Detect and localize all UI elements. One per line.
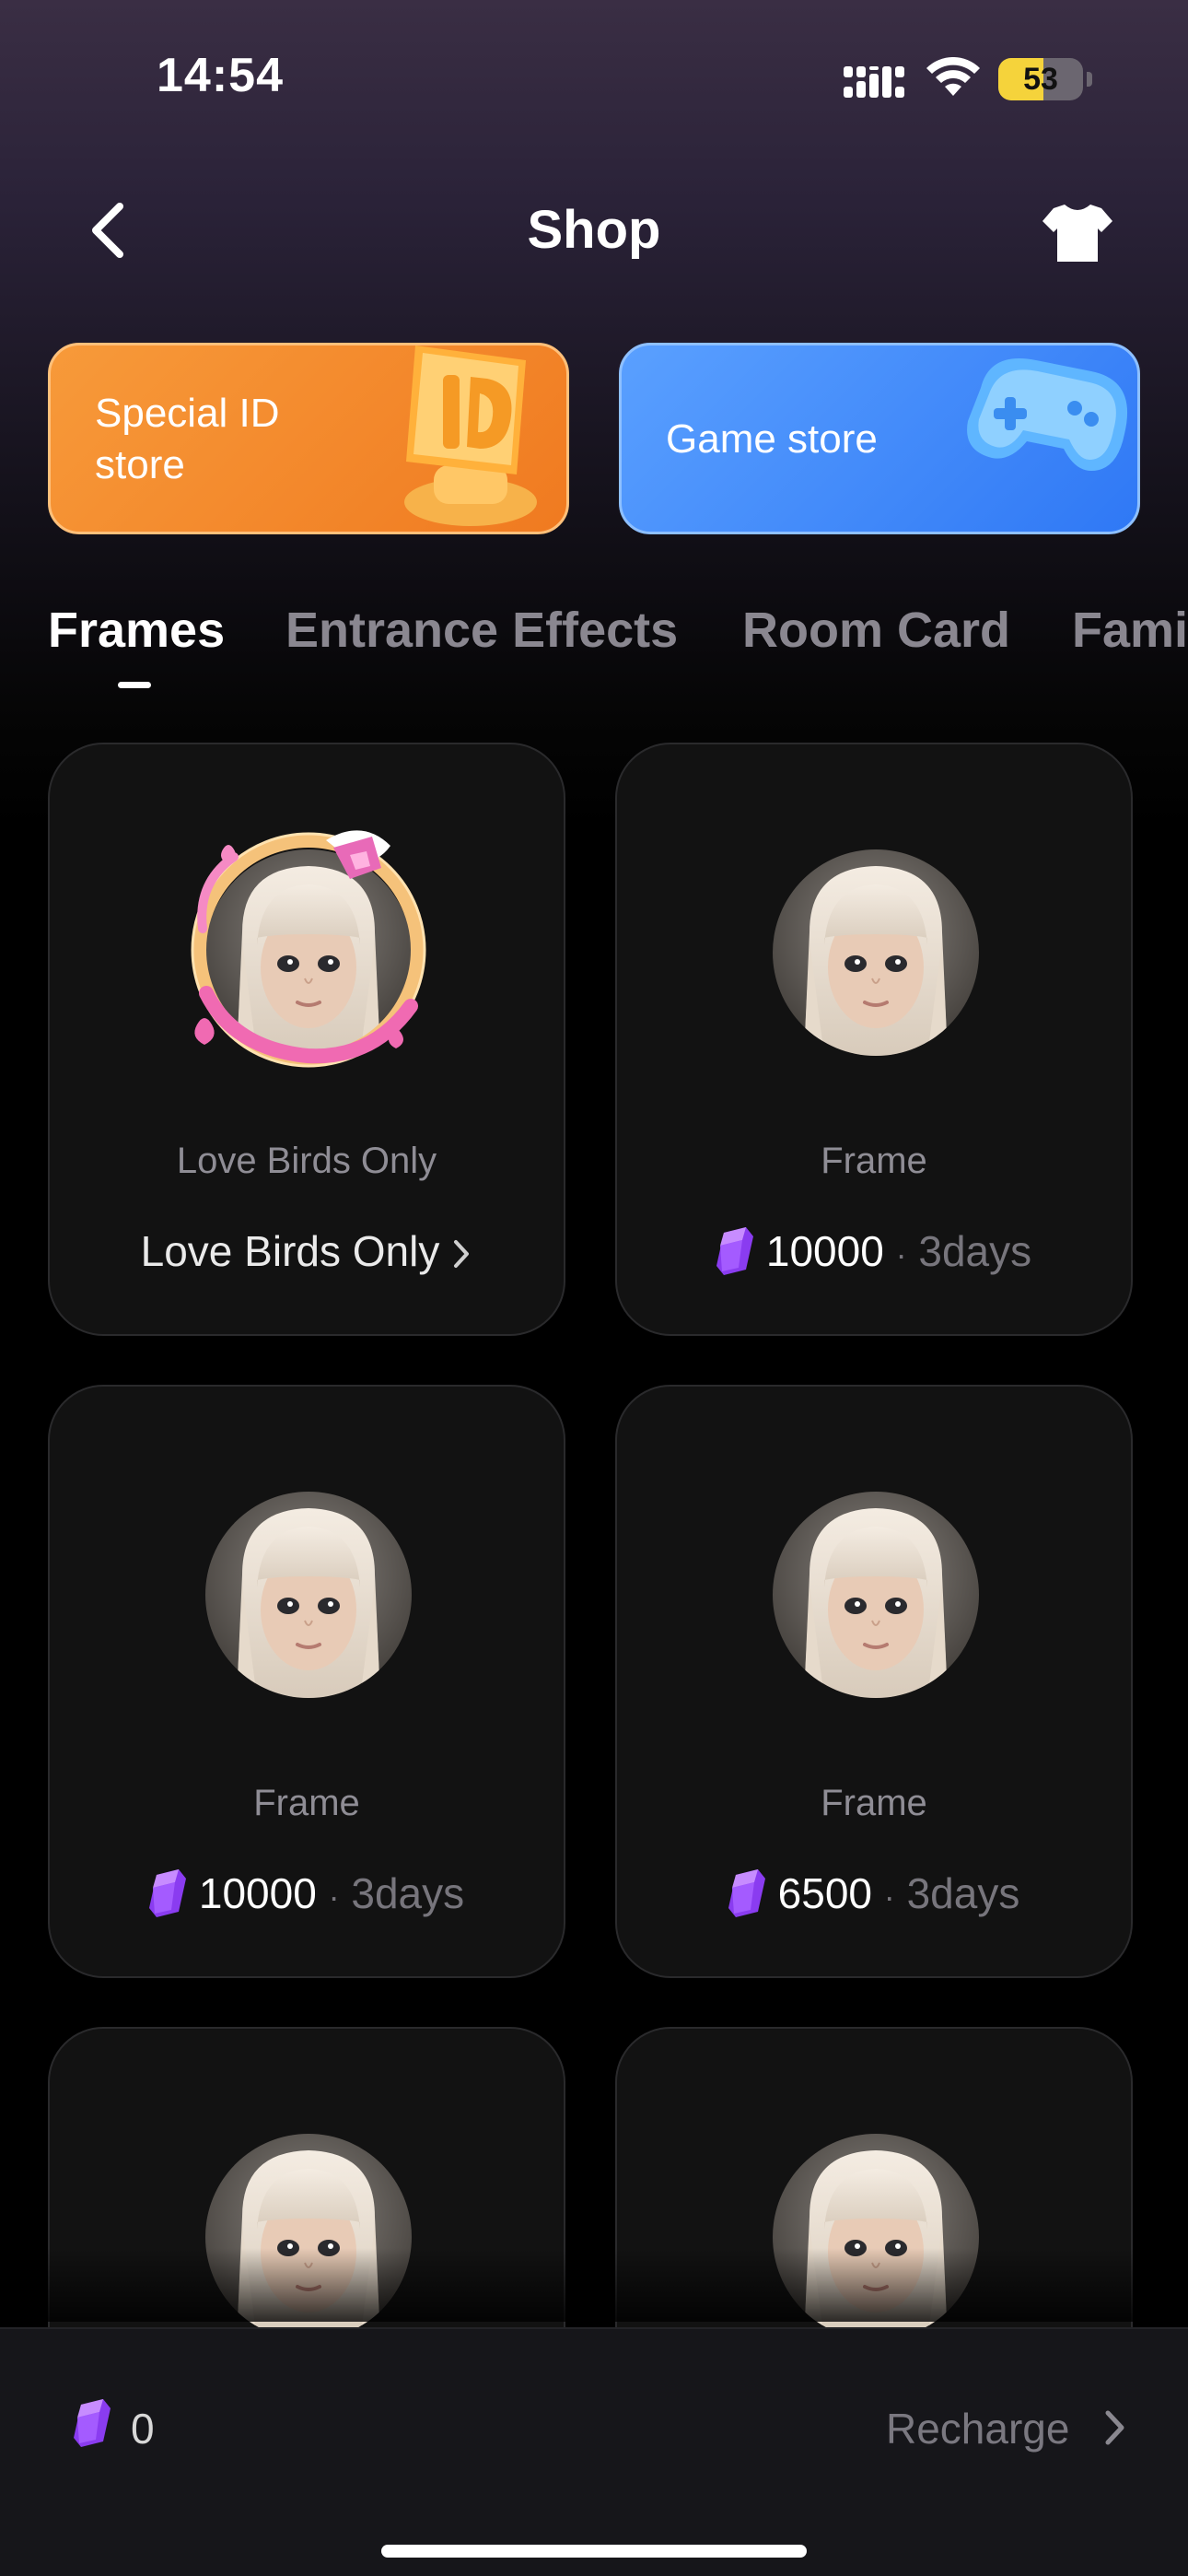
shop-screen: 14:54 53 Shop Special ID store Game stor…	[0, 0, 1188, 2576]
tab-frames[interactable]: Frames	[48, 590, 225, 671]
avatar	[773, 849, 979, 1056]
tab-family[interactable]: Family	[1072, 590, 1188, 671]
item-price: 6500	[777, 1869, 873, 1917]
battery-icon: 53	[998, 58, 1083, 100]
cellular-signal-icon	[844, 66, 904, 98]
item-price-row: 6500 · 3days	[617, 1866, 1131, 1925]
tab-room-card[interactable]: Room Card	[742, 590, 1010, 671]
avatar	[773, 1492, 979, 1698]
item-link[interactable]: Love Birds Only	[50, 1224, 564, 1279]
game-store-button[interactable]: Game store	[619, 343, 1140, 534]
item-card-frame[interactable]: Frame 6500 · 3days	[615, 1385, 1133, 1978]
id-trophy-icon	[404, 345, 537, 526]
item-name: Frame	[821, 1783, 927, 1823]
separator: ·	[895, 1235, 907, 1273]
item-price-row: 10000 · 3days	[50, 1866, 564, 1925]
status-bar: 14:54 53	[0, 0, 1188, 157]
special-id-store-button[interactable]: Special ID store	[48, 343, 569, 534]
wifi-icon	[926, 57, 980, 96]
home-indicator[interactable]	[381, 2545, 807, 2558]
special-id-store-label: Special ID store	[95, 391, 280, 487]
recharge-label: Recharge	[886, 2405, 1070, 2453]
item-name: Frame	[821, 1141, 927, 1181]
game-store-label: Game store	[666, 416, 878, 462]
balance-bar: 0 Recharge	[0, 2327, 1188, 2576]
page-title: Shop	[527, 200, 661, 260]
item-card-love-birds[interactable]: Love Birds Only Love Birds Only	[48, 743, 565, 1336]
status-time: 14:54	[157, 49, 284, 102]
chevron-right-icon	[1105, 2410, 1124, 2445]
item-price: 10000	[765, 1227, 884, 1275]
tshirt-icon[interactable]	[1041, 195, 1114, 269]
balance-value: 0	[131, 2405, 155, 2453]
avatar	[205, 1492, 412, 1698]
separator: ·	[328, 1878, 340, 1915]
battery-nub	[1087, 72, 1092, 87]
tab-entrance-effects[interactable]: Entrance Effects	[285, 590, 678, 671]
item-name: Frame	[253, 1783, 360, 1823]
category-tabs: Frames Entrance Effects Room Card Family	[0, 590, 1188, 700]
gem-icon	[74, 2399, 111, 2447]
item-name: Love Birds Only	[176, 1141, 437, 1181]
separator: ·	[883, 1878, 895, 1915]
item-card-frame[interactable]: Frame 10000 · 3days	[615, 743, 1133, 1336]
item-duration: 3days	[906, 1869, 1020, 1917]
gem-icon	[149, 1869, 186, 1917]
item-link-label: Love Birds Only	[140, 1227, 440, 1275]
item-price: 10000	[198, 1869, 317, 1917]
gem-icon	[716, 1227, 753, 1275]
gamepad-icon	[967, 358, 1128, 471]
chevron-right-icon	[454, 1240, 470, 1268]
battery-percent: 53	[1023, 62, 1058, 97]
item-duration: 3days	[918, 1227, 1032, 1275]
gem-icon	[728, 1869, 765, 1917]
recharge-button[interactable]: Recharge	[875, 2395, 1142, 2462]
item-card-frame[interactable]: Frame 10000 · 3days	[48, 1385, 565, 1978]
active-tab-indicator	[118, 682, 151, 688]
bottom-fade	[0, 2248, 1188, 2322]
love-birds-frame-icon	[191, 830, 426, 1068]
item-duration: 3days	[351, 1869, 465, 1917]
item-price-row: 10000 · 3days	[617, 1224, 1131, 1282]
